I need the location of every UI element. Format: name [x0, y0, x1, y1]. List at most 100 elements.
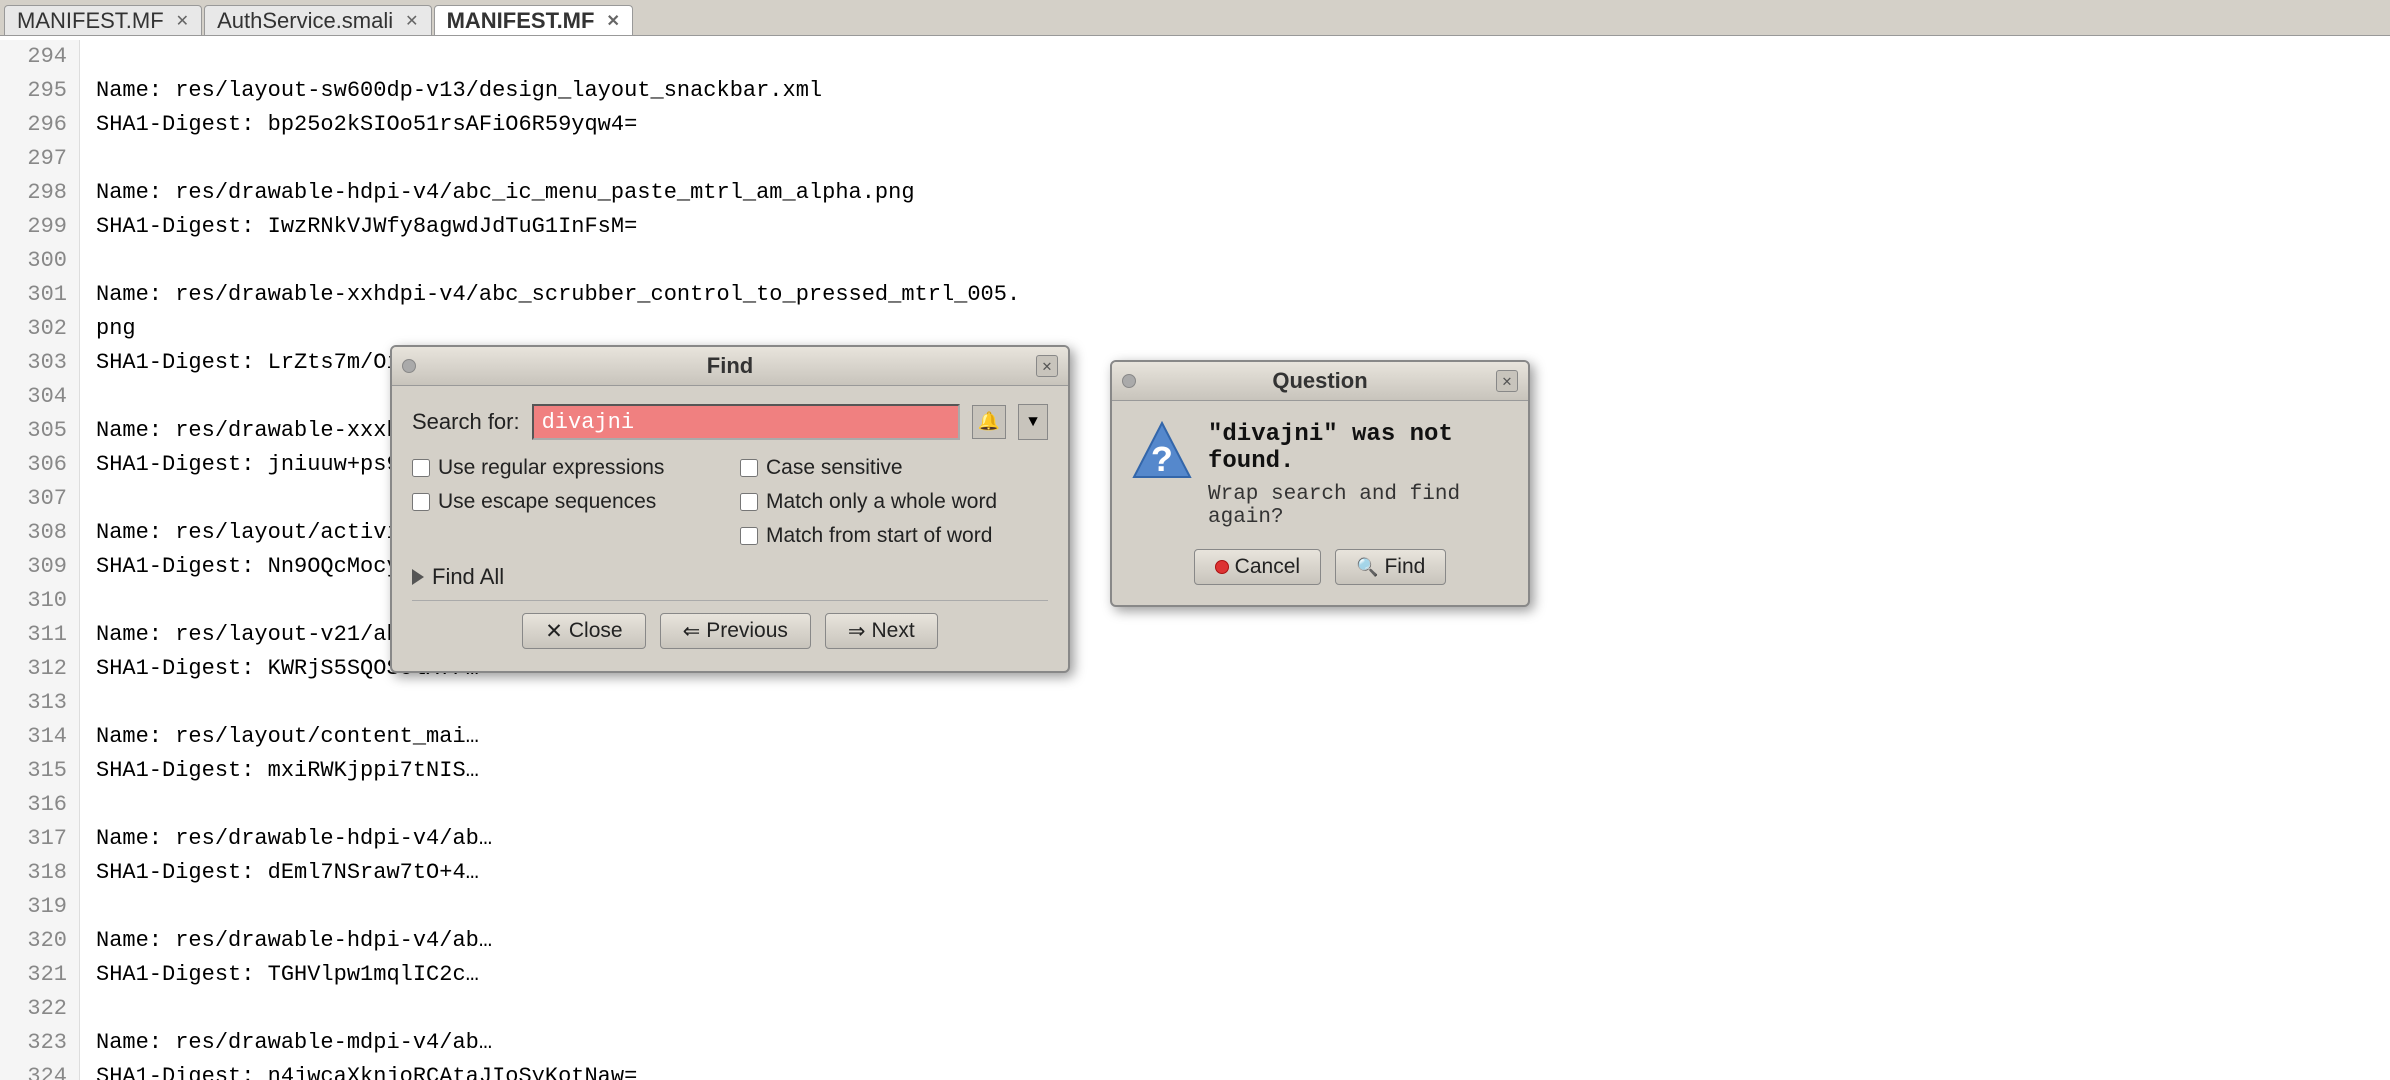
find-label: Find	[1384, 555, 1425, 579]
line-number: 312	[12, 652, 67, 686]
next-label: Next	[872, 619, 915, 643]
checkbox-regex-label: Use regular expressions	[438, 456, 664, 480]
question-content: ? "divajni" was not found. Wrap search a…	[1132, 421, 1508, 529]
checkbox-case-input[interactable]	[740, 459, 758, 477]
code-line[interactable]	[96, 244, 2390, 278]
code-line[interactable]: SHA1-Digest: mxiRWKjppi7tNIS…	[96, 754, 2390, 788]
line-number: 306	[12, 448, 67, 482]
checkbox-escape-input[interactable]	[412, 493, 430, 511]
tab-manifest-1[interactable]: MANIFEST.MF ✕	[4, 5, 202, 35]
find-dialog-body: Search for: 🔔 ▼ Use regular expressions …	[392, 386, 1068, 671]
find-dialog-titlebar: Find ✕	[392, 347, 1068, 386]
find-magnifier-icon: 🔍	[1356, 557, 1378, 578]
checkbox-whole-word-input[interactable]	[740, 493, 758, 511]
svg-text:?: ?	[1151, 441, 1173, 481]
tab-label: MANIFEST.MF	[17, 8, 164, 34]
tab-close-2[interactable]: ✕	[405, 11, 418, 31]
code-line[interactable]	[96, 788, 2390, 822]
checkbox-escape[interactable]: Use escape sequences	[412, 490, 720, 514]
code-line[interactable]: Name: res/drawable-xxhdpi-v4/abc_scrubbe…	[96, 278, 2390, 312]
checkbox-whole-word[interactable]: Match only a whole word	[740, 490, 1048, 514]
line-number: 315	[12, 754, 67, 788]
code-line[interactable]: Name: res/drawable-mdpi-v4/ab…	[96, 1026, 2390, 1060]
line-number: 314	[12, 720, 67, 754]
checkbox-start-word-label: Match from start of word	[766, 524, 992, 548]
question-main-text: "divajni" was not found.	[1208, 421, 1508, 475]
line-number: 313	[12, 686, 67, 720]
code-line[interactable]	[96, 992, 2390, 1026]
cancel-label: Cancel	[1235, 555, 1300, 579]
line-number: 296	[12, 108, 67, 142]
question-text-area: "divajni" was not found. Wrap search and…	[1208, 421, 1508, 529]
checkbox-regex-input[interactable]	[412, 459, 430, 477]
previous-label: Previous	[706, 619, 788, 643]
line-number: 310	[12, 584, 67, 618]
code-line[interactable]	[96, 686, 2390, 720]
checkboxes-area: Use regular expressions Case sensitive U…	[412, 456, 1048, 548]
line-number: 295	[12, 74, 67, 108]
checkbox-start-word-input[interactable]	[740, 527, 758, 545]
code-line[interactable]: Name: res/drawable-hdpi-v4/abc_ic_menu_p…	[96, 176, 2390, 210]
question-close-button[interactable]: ✕	[1496, 370, 1518, 392]
checkbox-start-word[interactable]: Match from start of word	[740, 524, 1048, 548]
line-number: 307	[12, 482, 67, 516]
line-number: 303	[12, 346, 67, 380]
code-line[interactable]: Name: res/drawable-hdpi-v4/ab…	[96, 822, 2390, 856]
find-all-triangle-icon	[412, 569, 424, 585]
line-number: 297	[12, 142, 67, 176]
code-line[interactable]: Name: res/layout-sw600dp-v13/design_layo…	[96, 74, 2390, 108]
line-number: 301	[12, 278, 67, 312]
code-line[interactable]	[96, 142, 2390, 176]
code-line[interactable]: Name: res/layout/content_mai…	[96, 720, 2390, 754]
checkbox-whole-word-label: Match only a whole word	[766, 490, 997, 514]
find-all-label: Find All	[432, 564, 504, 590]
find-all-row[interactable]: Find All	[412, 564, 1048, 590]
line-number: 298	[12, 176, 67, 210]
code-line[interactable]: Name: res/drawable-hdpi-v4/ab…	[96, 924, 2390, 958]
dialog-dot	[402, 359, 416, 373]
code-line[interactable]: SHA1-Digest: IwzRNkVJWfy8agwdJdTuG1InFsM…	[96, 210, 2390, 244]
tab-bar: MANIFEST.MF ✕ AuthService.smali ✕ MANIFE…	[0, 0, 2390, 36]
next-icon: ⇒	[848, 619, 866, 644]
tab-close-3[interactable]: ✕	[606, 11, 619, 31]
find-close-button[interactable]: ✕	[1036, 355, 1058, 377]
code-line[interactable]	[96, 40, 2390, 74]
question-sub-text: Wrap search and find again?	[1208, 483, 1508, 529]
next-button[interactable]: ⇒ Next	[825, 613, 938, 649]
search-clear-icon[interactable]: 🔔	[972, 405, 1006, 439]
code-line[interactable]: SHA1-Digest: n4jwcaXknjoRCAtaJIoSyKotNaw…	[96, 1060, 2390, 1080]
checkbox-case-label: Case sensitive	[766, 456, 903, 480]
code-line[interactable]: SHA1-Digest: bp25o2kSIOo51rsAFiO6R59yqw4…	[96, 108, 2390, 142]
code-line[interactable]	[96, 890, 2390, 924]
tab-close-1[interactable]: ✕	[176, 11, 189, 31]
close-label: Close	[569, 619, 623, 643]
code-line[interactable]: SHA1-Digest: TGHVlpw1mqlIC2c…	[96, 958, 2390, 992]
line-number: 317	[12, 822, 67, 856]
line-number: 324	[12, 1060, 67, 1080]
line-number: 294	[12, 40, 67, 74]
line-number: 323	[12, 1026, 67, 1060]
find-dialog: Find ✕ Search for: 🔔 ▼ Use regular expre…	[390, 345, 1070, 673]
checkbox-regex[interactable]: Use regular expressions	[412, 456, 720, 480]
code-line[interactable]: SHA1-Digest: dEml7NSraw7tO+4…	[96, 856, 2390, 890]
question-icon: ?	[1132, 421, 1192, 481]
find-dialog-buttons: ✕ Close ⇐ Previous ⇒ Next	[412, 600, 1048, 657]
line-number: 319	[12, 890, 67, 924]
question-dialog-dot	[1122, 374, 1136, 388]
question-dialog: Question ✕ ? "divajni" was not found. Wr…	[1110, 360, 1530, 607]
line-number: 322	[12, 992, 67, 1026]
close-button[interactable]: ✕ Close	[522, 613, 645, 649]
tab-authservice[interactable]: AuthService.smali ✕	[204, 5, 431, 35]
find-button[interactable]: 🔍 Find	[1335, 549, 1446, 585]
cancel-button[interactable]: Cancel	[1194, 549, 1321, 585]
line-number: 302	[12, 312, 67, 346]
search-dropdown-icon[interactable]: ▼	[1018, 404, 1048, 440]
tab-manifest-2[interactable]: MANIFEST.MF ✕	[434, 5, 633, 35]
search-input[interactable]	[532, 404, 960, 440]
code-line[interactable]: png	[96, 312, 2390, 346]
previous-button[interactable]: ⇐ Previous	[660, 613, 811, 649]
line-number: 316	[12, 788, 67, 822]
question-buttons: Cancel 🔍 Find	[1132, 549, 1508, 585]
line-number: 300	[12, 244, 67, 278]
checkbox-case[interactable]: Case sensitive	[740, 456, 1048, 480]
